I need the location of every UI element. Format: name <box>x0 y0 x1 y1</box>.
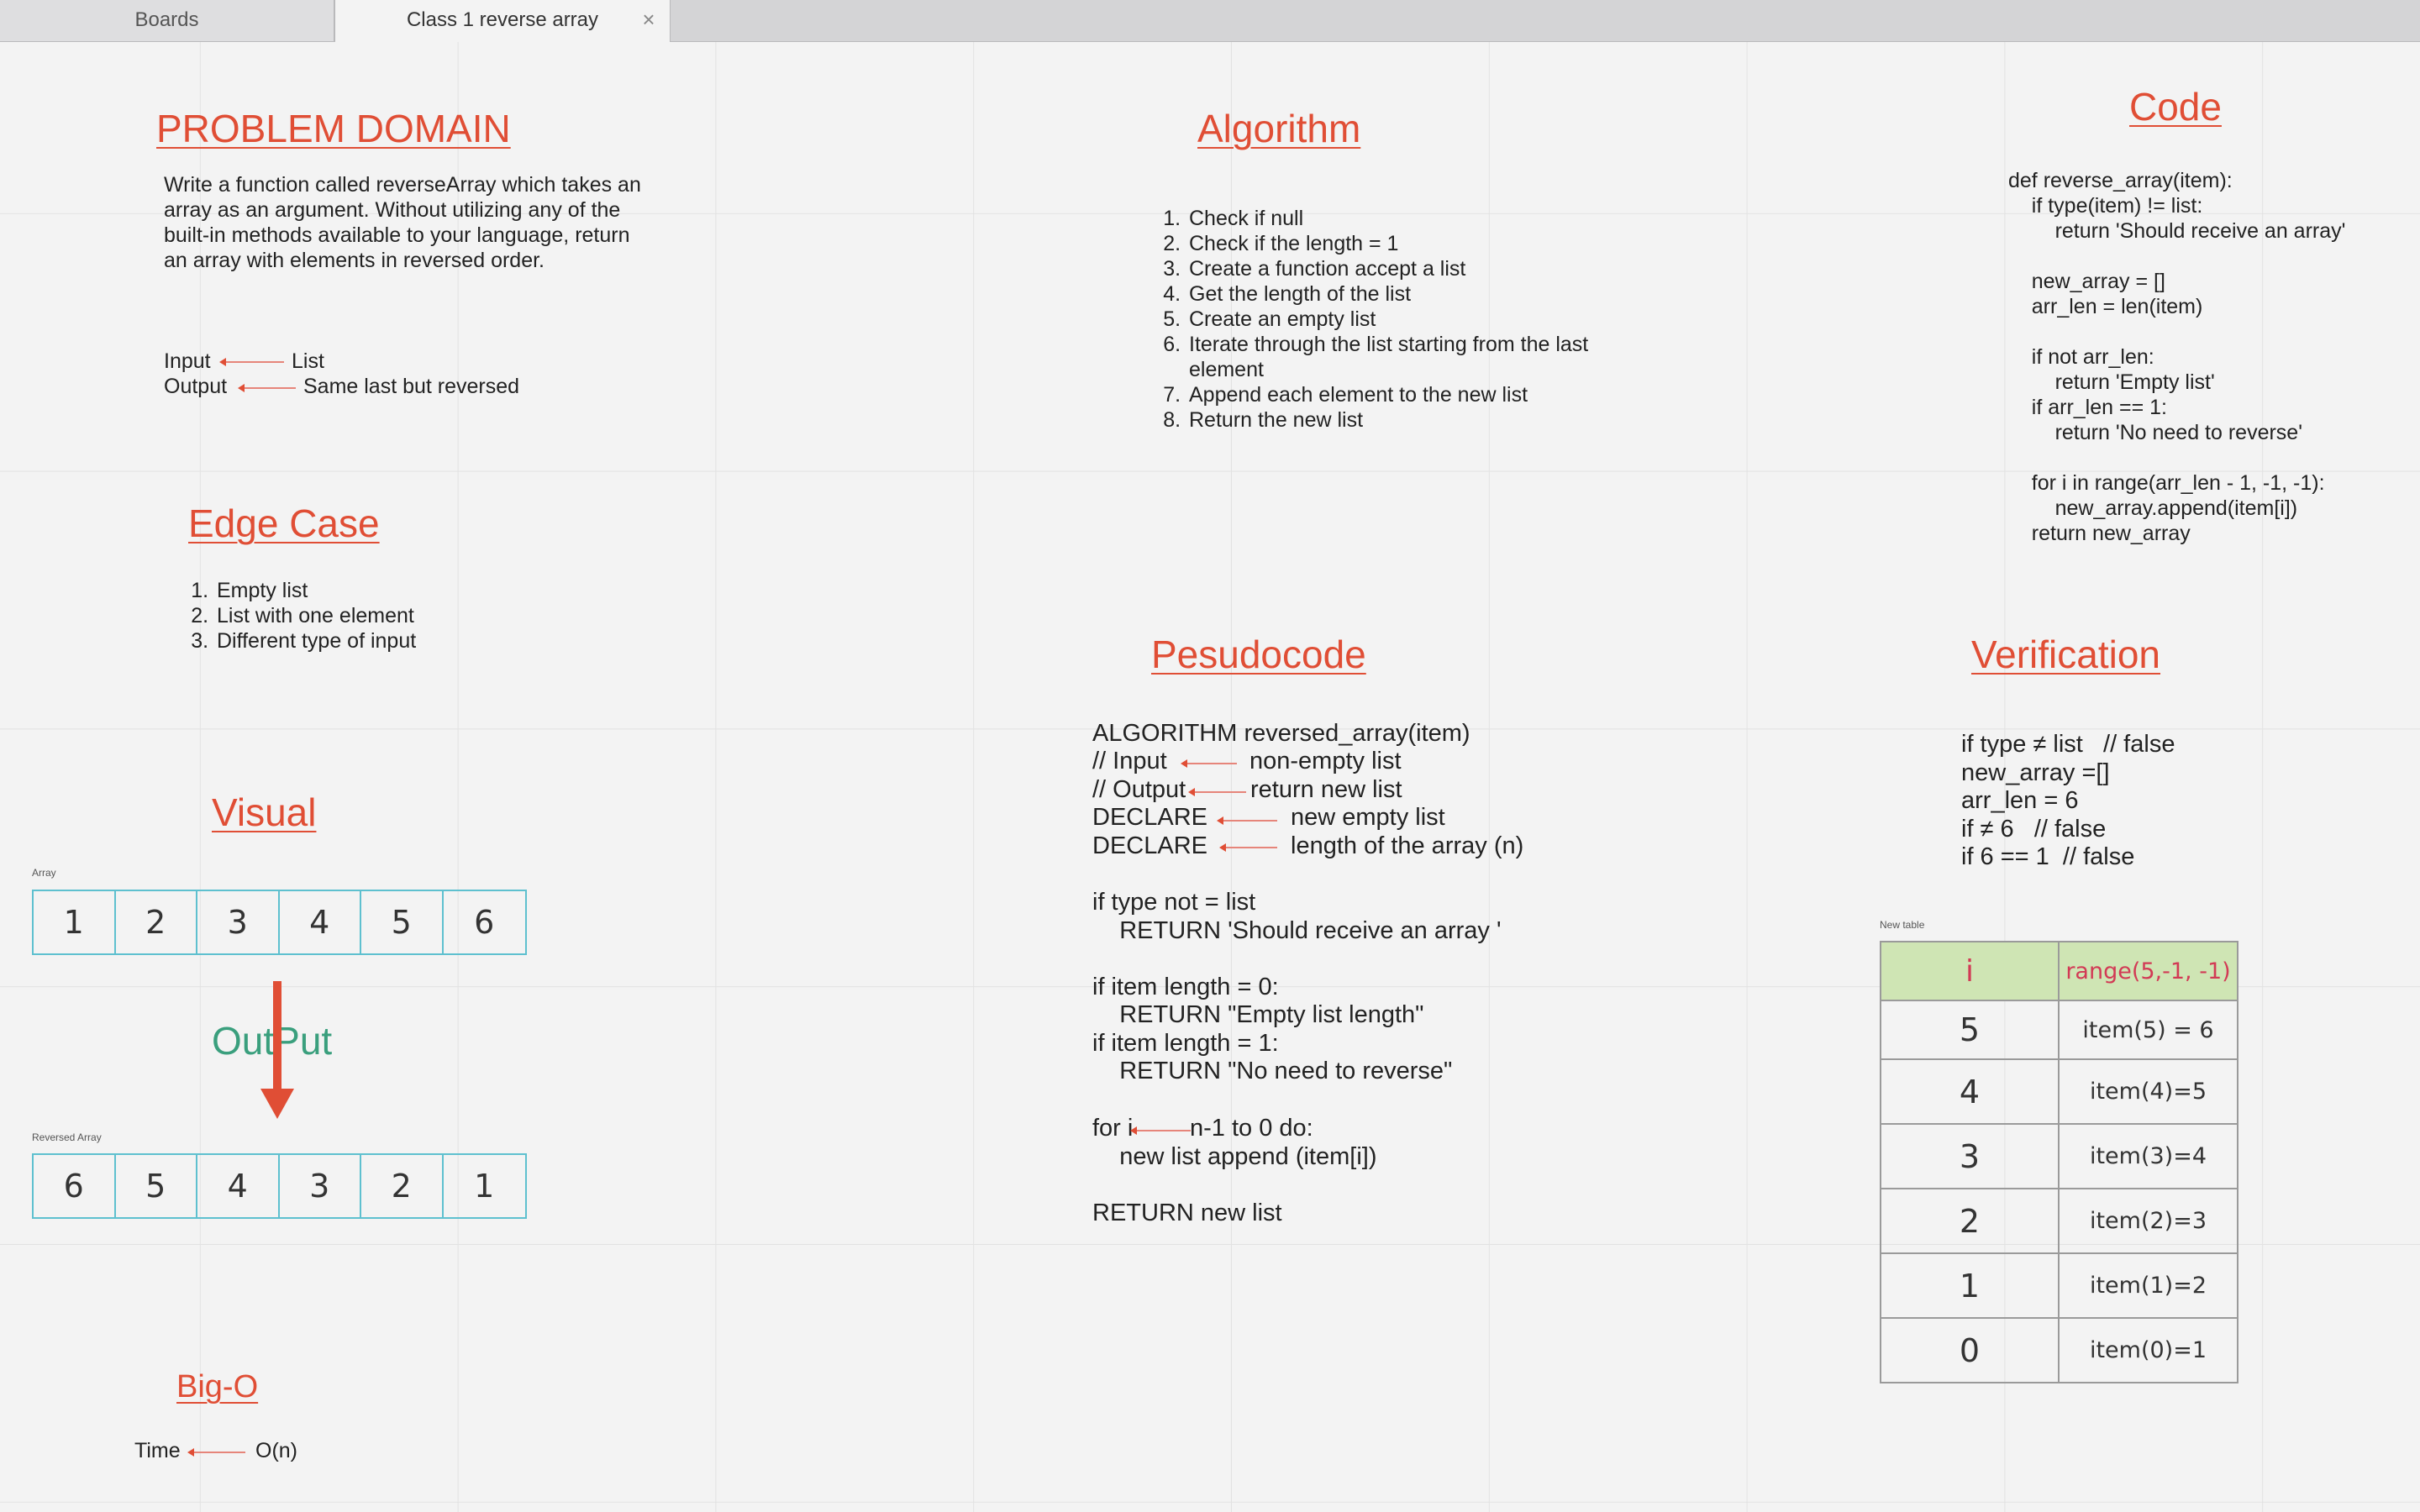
array-cell: 4 <box>280 891 361 953</box>
array-cell: 1 <box>34 891 116 953</box>
table-row: 2 item(2)=3 <box>1880 1188 2238 1254</box>
pseudocode-declare-1-arrow <box>1217 816 1277 825</box>
edge-case-item: List with one element <box>214 603 416 628</box>
table-row: 5 item(5) = 6 <box>1880 1000 2238 1060</box>
output-label: Output <box>164 375 228 398</box>
table-row: 0 item(0)=1 <box>1880 1317 2238 1383</box>
reversed-array-cell: 5 <box>116 1155 197 1217</box>
table-cell: item(0)=1 <box>2058 1317 2238 1383</box>
table-cell: 1 <box>1880 1252 2060 1319</box>
table-cell: item(2)=3 <box>2058 1188 2238 1254</box>
tab-active-label: Class 1 reverse array <box>406 8 599 31</box>
table-header-row: i range(5,-1, -1) <box>1880 941 2238 1001</box>
table-row: 3 item(3)=4 <box>1880 1123 2238 1189</box>
table-cell: 2 <box>1880 1188 2060 1254</box>
pseudocode-for-label: for i <box>1092 1115 1134 1142</box>
input-arrow <box>219 358 284 366</box>
tab-boards-label: Boards <box>134 8 199 31</box>
pseudocode-declare-2-arrow <box>1219 843 1277 852</box>
pseudocode-declare-1-value: new empty list <box>1291 804 1445 831</box>
algorithm-step: Create an empty list <box>1186 307 1623 332</box>
table-cell: item(5) = 6 <box>2058 1000 2238 1060</box>
table-cell: 0 <box>1880 1317 2060 1383</box>
pseudocode-block: if type not = list RETURN 'Should receiv… <box>1092 889 1502 1084</box>
array-box: 1 2 3 4 5 6 <box>32 890 527 955</box>
output-arrow <box>238 384 296 392</box>
tab-bar: Boards Class 1 reverse array × <box>0 0 2420 42</box>
edge-case-item: Empty list <box>214 578 416 603</box>
reversed-array-box: 6 5 4 3 2 1 <box>32 1153 527 1219</box>
pseudocode-for-arrow <box>1130 1126 1191 1135</box>
pseudocode-output-label: // Output <box>1092 776 1186 803</box>
edge-case-list: Empty list List with one element Differe… <box>191 578 416 654</box>
pseudocode-input-arrow <box>1181 759 1237 768</box>
algorithm-step: Iterate through the list starting from t… <box>1186 332 1623 382</box>
reversed-array-cell: 4 <box>197 1155 280 1217</box>
table-cell: 4 <box>1880 1058 2060 1125</box>
time-arrow <box>187 1448 245 1457</box>
reversed-array-label: Reversed Array <box>32 1131 102 1143</box>
problem-domain-description: Write a function called reverseArray whi… <box>164 173 641 272</box>
pseudocode-output-value: return new list <box>1250 776 1402 803</box>
pseudocode-line: ALGORITHM reversed_array(item) <box>1092 720 1470 747</box>
visual-title: Visual <box>212 790 317 834</box>
table-row: 1 item(1)=2 <box>1880 1252 2238 1319</box>
table-row: 4 item(4)=5 <box>1880 1058 2238 1125</box>
input-label: Input <box>164 349 211 373</box>
time-value: O(n) <box>255 1439 297 1462</box>
algorithm-title: Algorithm <box>1197 107 1361 150</box>
algorithm-step: Check if null <box>1186 206 1623 231</box>
pseudocode-input-label: // Input <box>1092 748 1167 774</box>
edge-case-item: Different type of input <box>214 628 416 654</box>
verification-table: i range(5,-1, -1) 5 item(5) = 6 4 item(4… <box>1880 941 2238 1383</box>
verification-lines: if type ≠ list // false new_array =[] ar… <box>1961 731 2175 870</box>
tab-class-1-reverse-array[interactable]: Class 1 reverse array × <box>334 0 671 42</box>
algorithm-step: Append each element to the new list <box>1186 382 1623 407</box>
pseudocode-title: Pesudocode <box>1151 633 1366 676</box>
table-header-cell: range(5,-1, -1) <box>2058 941 2238 1001</box>
algorithm-step: Get the length of the list <box>1186 281 1623 307</box>
array-cell: 3 <box>197 891 280 953</box>
table-cell: item(1)=2 <box>2058 1252 2238 1319</box>
table-header-cell: i <box>1880 941 2060 1001</box>
array-cell: 5 <box>361 891 444 953</box>
reversed-array-cell: 6 <box>34 1155 116 1217</box>
reversed-array-cell: 1 <box>474 1168 495 1205</box>
array-cell: 2 <box>116 891 197 953</box>
big-o-title: Big-O <box>176 1369 259 1404</box>
pseudocode-declare-1-label: DECLARE <box>1092 804 1207 831</box>
pseudocode-output-arrow <box>1188 788 1246 796</box>
down-arrow-icon <box>260 981 294 1119</box>
edge-case-title: Edge Case <box>188 501 380 545</box>
verification-title: Verification <box>1971 633 2161 676</box>
algorithm-step: Return the new list <box>1186 407 1623 433</box>
table-cell: item(4)=5 <box>2058 1058 2238 1125</box>
reversed-array-cell: 2 <box>361 1155 444 1217</box>
pseudocode-input-value: non-empty list <box>1249 748 1402 774</box>
code-title: Code <box>2129 85 2222 129</box>
time-label: Time <box>134 1439 181 1462</box>
reversed-array-cell: 3 <box>280 1155 361 1217</box>
input-value: List <box>292 349 324 373</box>
code-block: def reverse_array(item): if type(item) !… <box>2008 169 2346 545</box>
table-cell: 5 <box>1880 1000 2060 1060</box>
close-icon[interactable]: × <box>638 0 660 41</box>
algorithm-step: Check if the length = 1 <box>1186 231 1623 256</box>
problem-domain-title: PROBLEM DOMAIN <box>156 107 511 150</box>
table-cell: 3 <box>1880 1123 2060 1189</box>
array-cell: 6 <box>474 904 495 941</box>
pseudocode-for-body: new list append (item[i]) <box>1092 1143 1377 1170</box>
table-cell: item(3)=4 <box>2058 1123 2238 1189</box>
tab-boards[interactable]: Boards <box>0 0 334 41</box>
pseudocode-declare-2-value: length of the array (n) <box>1291 832 1524 859</box>
algorithm-step: Create a function accept a list <box>1186 256 1623 281</box>
pseudocode-return: RETURN new list <box>1092 1200 1282 1226</box>
algorithm-steps: Check if null Check if the length = 1 Cr… <box>1163 206 1623 433</box>
array-label: Array <box>32 867 56 879</box>
new-table-label: New table <box>1880 919 1925 931</box>
output-value: Same last but reversed <box>303 375 520 398</box>
pseudocode-for-value: n-1 to 0 do: <box>1190 1115 1313 1142</box>
pseudocode-declare-2-label: DECLARE <box>1092 832 1207 859</box>
